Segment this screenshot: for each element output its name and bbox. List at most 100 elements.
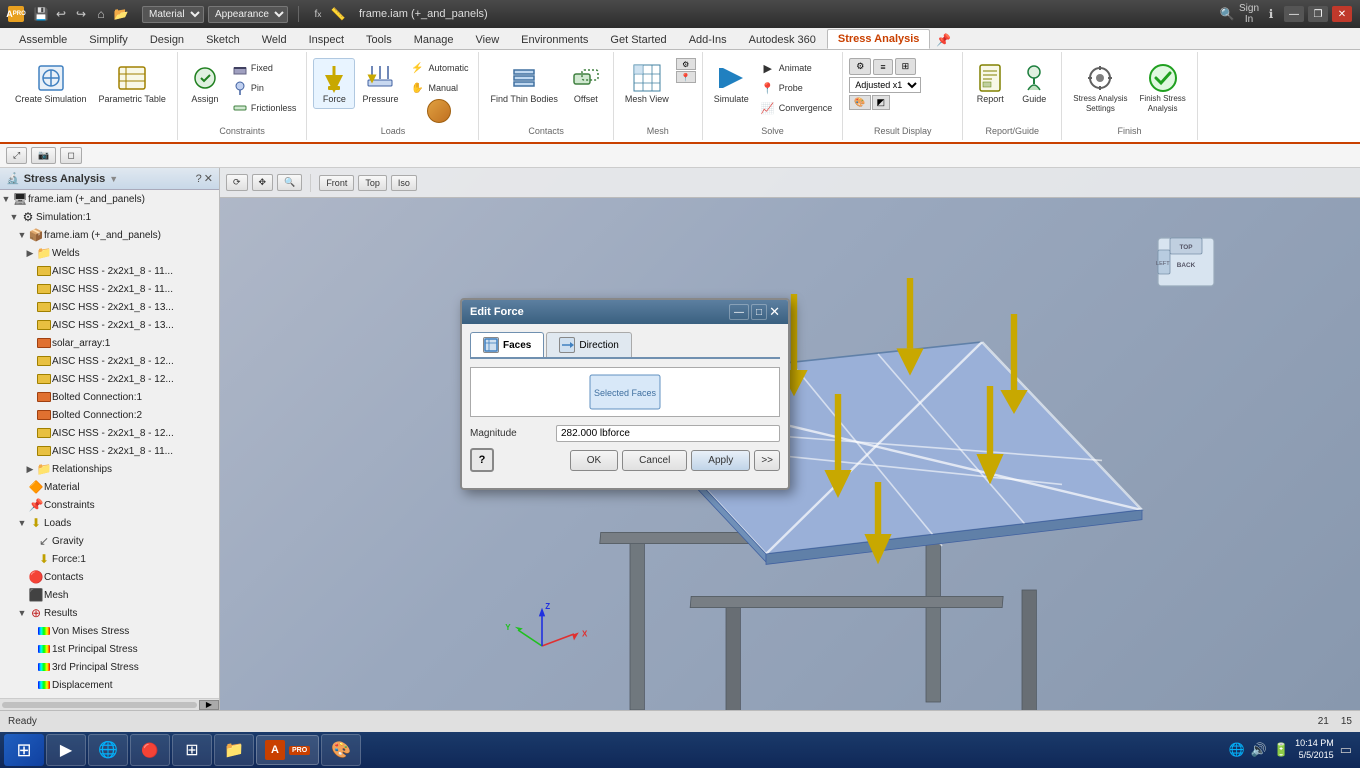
tree-item-root[interactable]: ▼ 🖥 frame.iam (+_and_panels) bbox=[0, 190, 219, 208]
minimize-btn[interactable]: — bbox=[1284, 6, 1304, 22]
tree-item-gravity[interactable]: ↙ Gravity bbox=[0, 532, 219, 550]
tree-item-principal3[interactable]: 3rd Principal Stress bbox=[0, 658, 219, 676]
pin-btn[interactable]: Pin bbox=[228, 78, 301, 98]
offset-btn[interactable]: Offset bbox=[565, 58, 607, 109]
fixed-btn[interactable]: Fixed bbox=[228, 58, 301, 78]
dialog-tab-faces[interactable]: Faces bbox=[470, 332, 544, 357]
ribbon-pin-btn[interactable]: 📌 bbox=[932, 31, 955, 49]
tab-environments[interactable]: Environments bbox=[510, 30, 599, 49]
material-dropdown[interactable]: Material bbox=[142, 6, 204, 23]
display-iso-btn[interactable]: ◩ bbox=[872, 95, 891, 110]
scale-dropdown[interactable]: Adjusted x1 bbox=[849, 77, 921, 93]
convergence-btn[interactable]: 📈 Convergence bbox=[756, 98, 837, 118]
apply-button[interactable]: Apply bbox=[691, 450, 750, 471]
tab-simplify[interactable]: Simplify bbox=[78, 30, 139, 49]
taskbar-paint-btn[interactable]: 🎨 bbox=[321, 734, 361, 766]
home-quick-btn[interactable]: ⌂ bbox=[92, 5, 110, 23]
view-top-btn[interactable]: Top bbox=[358, 175, 387, 191]
view-preset-btn[interactable]: 📷 bbox=[31, 147, 56, 164]
sidebar-hscroll[interactable]: ▶ bbox=[0, 698, 219, 710]
guide-btn[interactable]: Guide bbox=[1013, 58, 1055, 109]
tree-item-vonmises[interactable]: Von Mises Stress bbox=[0, 622, 219, 640]
show-desktop-btn[interactable]: ▭ bbox=[1340, 742, 1352, 758]
find-thin-bodies-btn[interactable]: Find Thin Bodies bbox=[485, 58, 562, 109]
tab-stress-analysis[interactable]: Stress Analysis bbox=[827, 29, 931, 49]
cancel-button[interactable]: Cancel bbox=[622, 450, 687, 471]
tab-view[interactable]: View bbox=[465, 30, 511, 49]
dialog-maximize-btn[interactable]: □ bbox=[751, 304, 767, 320]
tab-add-ins[interactable]: Add-Ins bbox=[678, 30, 738, 49]
zoom-all-btn[interactable]: ⤢ bbox=[6, 147, 27, 164]
tab-autodesk360[interactable]: Autodesk 360 bbox=[738, 30, 827, 49]
tree-item-constraints[interactable]: 📌 Constraints bbox=[0, 496, 219, 514]
tree-item-hss3[interactable]: AISC HSS - 2x2x1_8 - 13... bbox=[0, 298, 219, 316]
tree-item-welds[interactable]: ▶ 📁 Welds bbox=[0, 244, 219, 262]
tab-get-started[interactable]: Get Started bbox=[599, 30, 677, 49]
tree-item-relationships[interactable]: ▶ 📁 Relationships bbox=[0, 460, 219, 478]
assign-btn[interactable]: Assign bbox=[184, 58, 226, 109]
orbit-btn[interactable]: ⟳ bbox=[226, 174, 248, 191]
tree-item-sim1[interactable]: ▼ ⚙ Simulation:1 bbox=[0, 208, 219, 226]
mesh-view-btn[interactable]: Mesh View bbox=[620, 58, 674, 109]
display-options-btn[interactable]: ⚙ bbox=[849, 58, 871, 75]
taskbar-inventor-app[interactable]: A PRO bbox=[256, 735, 319, 765]
frictionless-btn[interactable]: Frictionless bbox=[228, 98, 301, 118]
force-btn[interactable]: Force bbox=[313, 58, 355, 109]
create-simulation-btn[interactable]: Create Simulation bbox=[10, 58, 92, 109]
battery-icon[interactable]: 🔋 bbox=[1273, 742, 1289, 758]
restore-btn[interactable]: ❐ bbox=[1308, 6, 1328, 22]
start-button[interactable]: ⊞ bbox=[4, 734, 44, 766]
dialog-tab-direction[interactable]: Direction bbox=[546, 332, 631, 357]
taskbar-explorer-btn[interactable]: 📁 bbox=[214, 734, 254, 766]
dialog-close-btn[interactable]: ✕ bbox=[769, 304, 780, 320]
parametric-table-btn[interactable]: Parametric Table bbox=[94, 58, 171, 109]
clock[interactable]: 10:14 PM 5/5/2015 bbox=[1295, 738, 1334, 761]
tree-item-hss2[interactable]: AISC HSS - 2x2x1_8 - 11... bbox=[0, 280, 219, 298]
fx-btn[interactable]: fx bbox=[309, 5, 327, 23]
tab-design[interactable]: Design bbox=[139, 30, 195, 49]
tab-tools[interactable]: Tools bbox=[355, 30, 403, 49]
dialog-minimize-btn[interactable]: — bbox=[729, 304, 749, 320]
tree-item-loads[interactable]: ▼ ⬇ Loads bbox=[0, 514, 219, 532]
tab-inspect[interactable]: Inspect bbox=[298, 30, 355, 49]
tab-assemble[interactable]: Assemble bbox=[8, 30, 78, 49]
measure-btn[interactable]: 📏 bbox=[329, 5, 347, 23]
taskbar-media-btn[interactable]: ▶ bbox=[46, 734, 86, 766]
network-icon[interactable]: 🌐 bbox=[1229, 742, 1245, 758]
mesh-local-btn[interactable]: 📍 bbox=[676, 71, 696, 83]
taskbar-windows-btn[interactable]: ⊞ bbox=[172, 734, 212, 766]
taskbar-browser-btn[interactable]: 🌐 bbox=[88, 734, 128, 766]
simulate-btn[interactable]: Simulate bbox=[709, 58, 754, 109]
tree-item-solar[interactable]: solar_array:1 bbox=[0, 334, 219, 352]
probe-btn[interactable]: 📍 Probe bbox=[756, 78, 837, 98]
ok-button[interactable]: OK bbox=[570, 450, 618, 471]
dialog-title-bar[interactable]: Edit Force — □ ✕ bbox=[462, 300, 788, 324]
manual-btn[interactable]: ✋ Manual bbox=[405, 78, 472, 98]
tree-item-hss5[interactable]: AISC HSS - 2x2x1_8 - 12... bbox=[0, 352, 219, 370]
appearance-dropdown[interactable]: Appearance bbox=[208, 6, 288, 23]
tree-item-contacts[interactable]: 🔴 Contacts bbox=[0, 568, 219, 586]
automatic-btn[interactable]: ⚡ Automatic bbox=[405, 58, 472, 78]
animate-btn[interactable]: ▶ Animate bbox=[756, 58, 837, 78]
search-btn[interactable]: 🔍 bbox=[1218, 5, 1236, 23]
pan-btn[interactable]: ✥ bbox=[252, 174, 274, 191]
tab-weld[interactable]: Weld bbox=[251, 30, 298, 49]
sidebar-close-btn[interactable]: ✕ bbox=[204, 172, 213, 185]
mesh-settings-btn[interactable]: ⚙ bbox=[676, 58, 696, 70]
undo-quick-btn[interactable]: ↩ bbox=[52, 5, 70, 23]
report-btn[interactable]: Report bbox=[969, 58, 1011, 109]
magnitude-input[interactable] bbox=[556, 425, 780, 442]
save-quick-btn[interactable]: 💾 bbox=[32, 5, 50, 23]
dialog-help-btn[interactable]: ? bbox=[470, 448, 494, 472]
tree-item-principal1[interactable]: 1st Principal Stress bbox=[0, 640, 219, 658]
view-iso-btn[interactable]: Iso bbox=[391, 175, 417, 191]
taskbar-chrome-btn[interactable]: 🔴 bbox=[130, 734, 170, 766]
tree-item-results[interactable]: ▼ ⊕ Results bbox=[0, 604, 219, 622]
info-btn[interactable]: ℹ bbox=[1262, 5, 1280, 23]
pressure-btn[interactable]: Pressure bbox=[357, 58, 403, 109]
more-button[interactable]: >> bbox=[754, 450, 780, 471]
zoom-btn[interactable]: 🔍 bbox=[277, 174, 302, 191]
tree-item-material[interactable]: 🔶 Material bbox=[0, 478, 219, 496]
display-style-btn[interactable]: ◻ bbox=[60, 147, 81, 164]
tree-item-hss8[interactable]: AISC HSS - 2x2x1_8 - 11... bbox=[0, 442, 219, 460]
